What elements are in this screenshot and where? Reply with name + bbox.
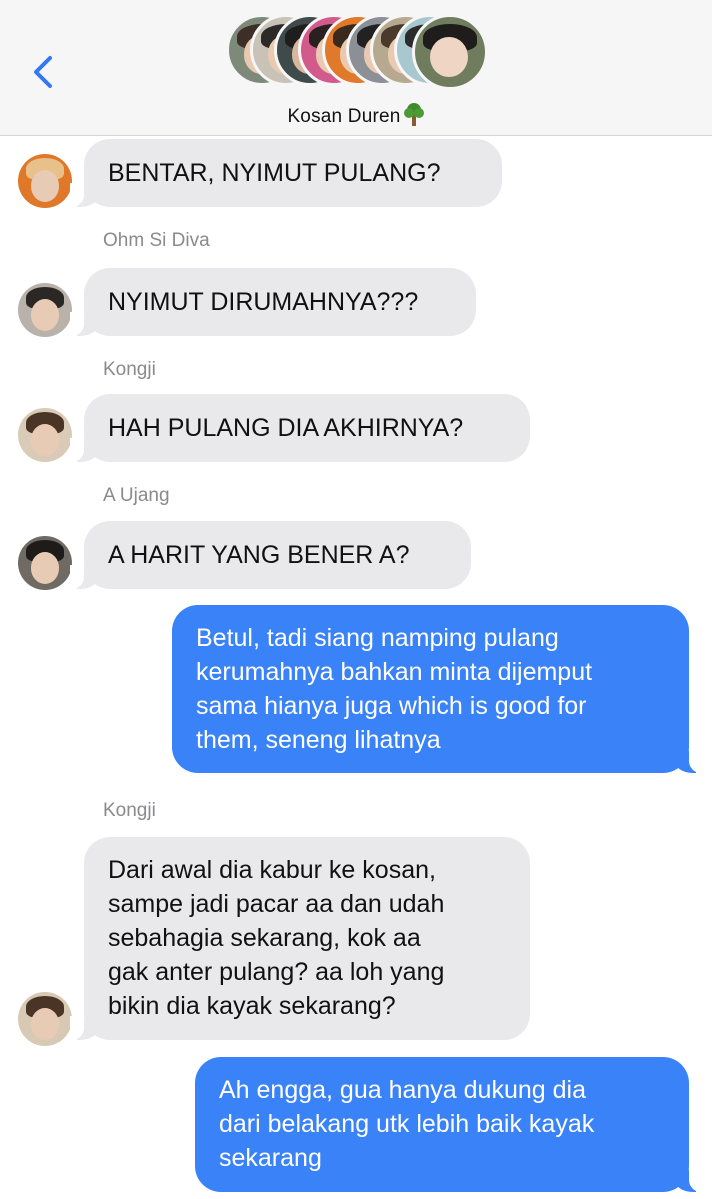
sender-name: Ohm Si Diva [103, 230, 210, 251]
message-text-line: Dari awal dia kabur ke kosan, [108, 856, 436, 884]
message-text-line: sampe jadi pacar aa dan udah [108, 890, 445, 918]
sender-name: Kongji [103, 800, 156, 821]
tree-icon [403, 103, 424, 126]
message-text: NYIMUT DIRUMAHNYA??? [108, 288, 419, 316]
sender-avatar[interactable] [18, 992, 72, 1046]
message-text: A HARIT YANG BENER A? [108, 541, 410, 569]
incoming-message-bubble[interactable]: BENTAR, NYIMUT PULANG? [70, 139, 502, 207]
group-name[interactable]: Kosan Duren [0, 102, 712, 128]
message-text-line: Ah engga, gua hanya dukung dia [219, 1076, 586, 1104]
message-text-line: them, seneng lihatnya [196, 726, 441, 754]
message-text-line: sama hianya juga which is good for [196, 692, 587, 720]
sender-name: A Ujang [103, 485, 170, 506]
message-text-line: dari belakang utk lebih baik kayak [219, 1110, 595, 1138]
message-text-line: sebahagia sekarang, kok aa [108, 924, 421, 952]
chat-header: Kosan Duren [0, 0, 712, 136]
message-text-line: sekarang [219, 1144, 322, 1172]
message-text-line: bikin dia kayak sekarang? [108, 992, 396, 1020]
message-text-line: Betul, tadi siang namping pulang [196, 624, 559, 652]
message-text: HAH PULANG DIA AKHIRNYA? [108, 414, 464, 442]
group-avatar-stack[interactable] [226, 14, 488, 90]
group-name-text: Kosan Duren [287, 106, 401, 127]
sender-name: Kongji [103, 359, 156, 380]
sender-avatar[interactable] [18, 283, 72, 337]
incoming-message-bubble[interactable]: A HARIT YANG BENER A? [70, 521, 471, 589]
incoming-message-bubble[interactable]: Dari awal dia kabur ke kosan, sampe jadi… [70, 837, 530, 1040]
outgoing-message-bubble[interactable]: Ah engga, gua hanya dukung dia dari bela… [195, 1057, 703, 1192]
sender-avatar[interactable] [18, 154, 72, 208]
incoming-message-bubble[interactable]: NYIMUT DIRUMAHNYA??? [70, 268, 476, 336]
message-text-line: kerumahnya bahkan minta dijemput [196, 658, 593, 686]
message-text: BENTAR, NYIMUT PULANG? [108, 159, 441, 187]
chevron-left-icon [34, 56, 52, 88]
sender-avatar[interactable] [18, 408, 72, 462]
group-member-avatar [412, 14, 488, 90]
outgoing-message-bubble[interactable]: Betul, tadi siang namping pulang kerumah… [172, 605, 703, 773]
sender-avatar[interactable] [18, 536, 72, 590]
back-button[interactable] [28, 52, 60, 92]
message-text-line: gak anter pulang? aa loh yang [108, 958, 445, 986]
incoming-message-bubble[interactable]: HAH PULANG DIA AKHIRNYA? [70, 394, 530, 462]
